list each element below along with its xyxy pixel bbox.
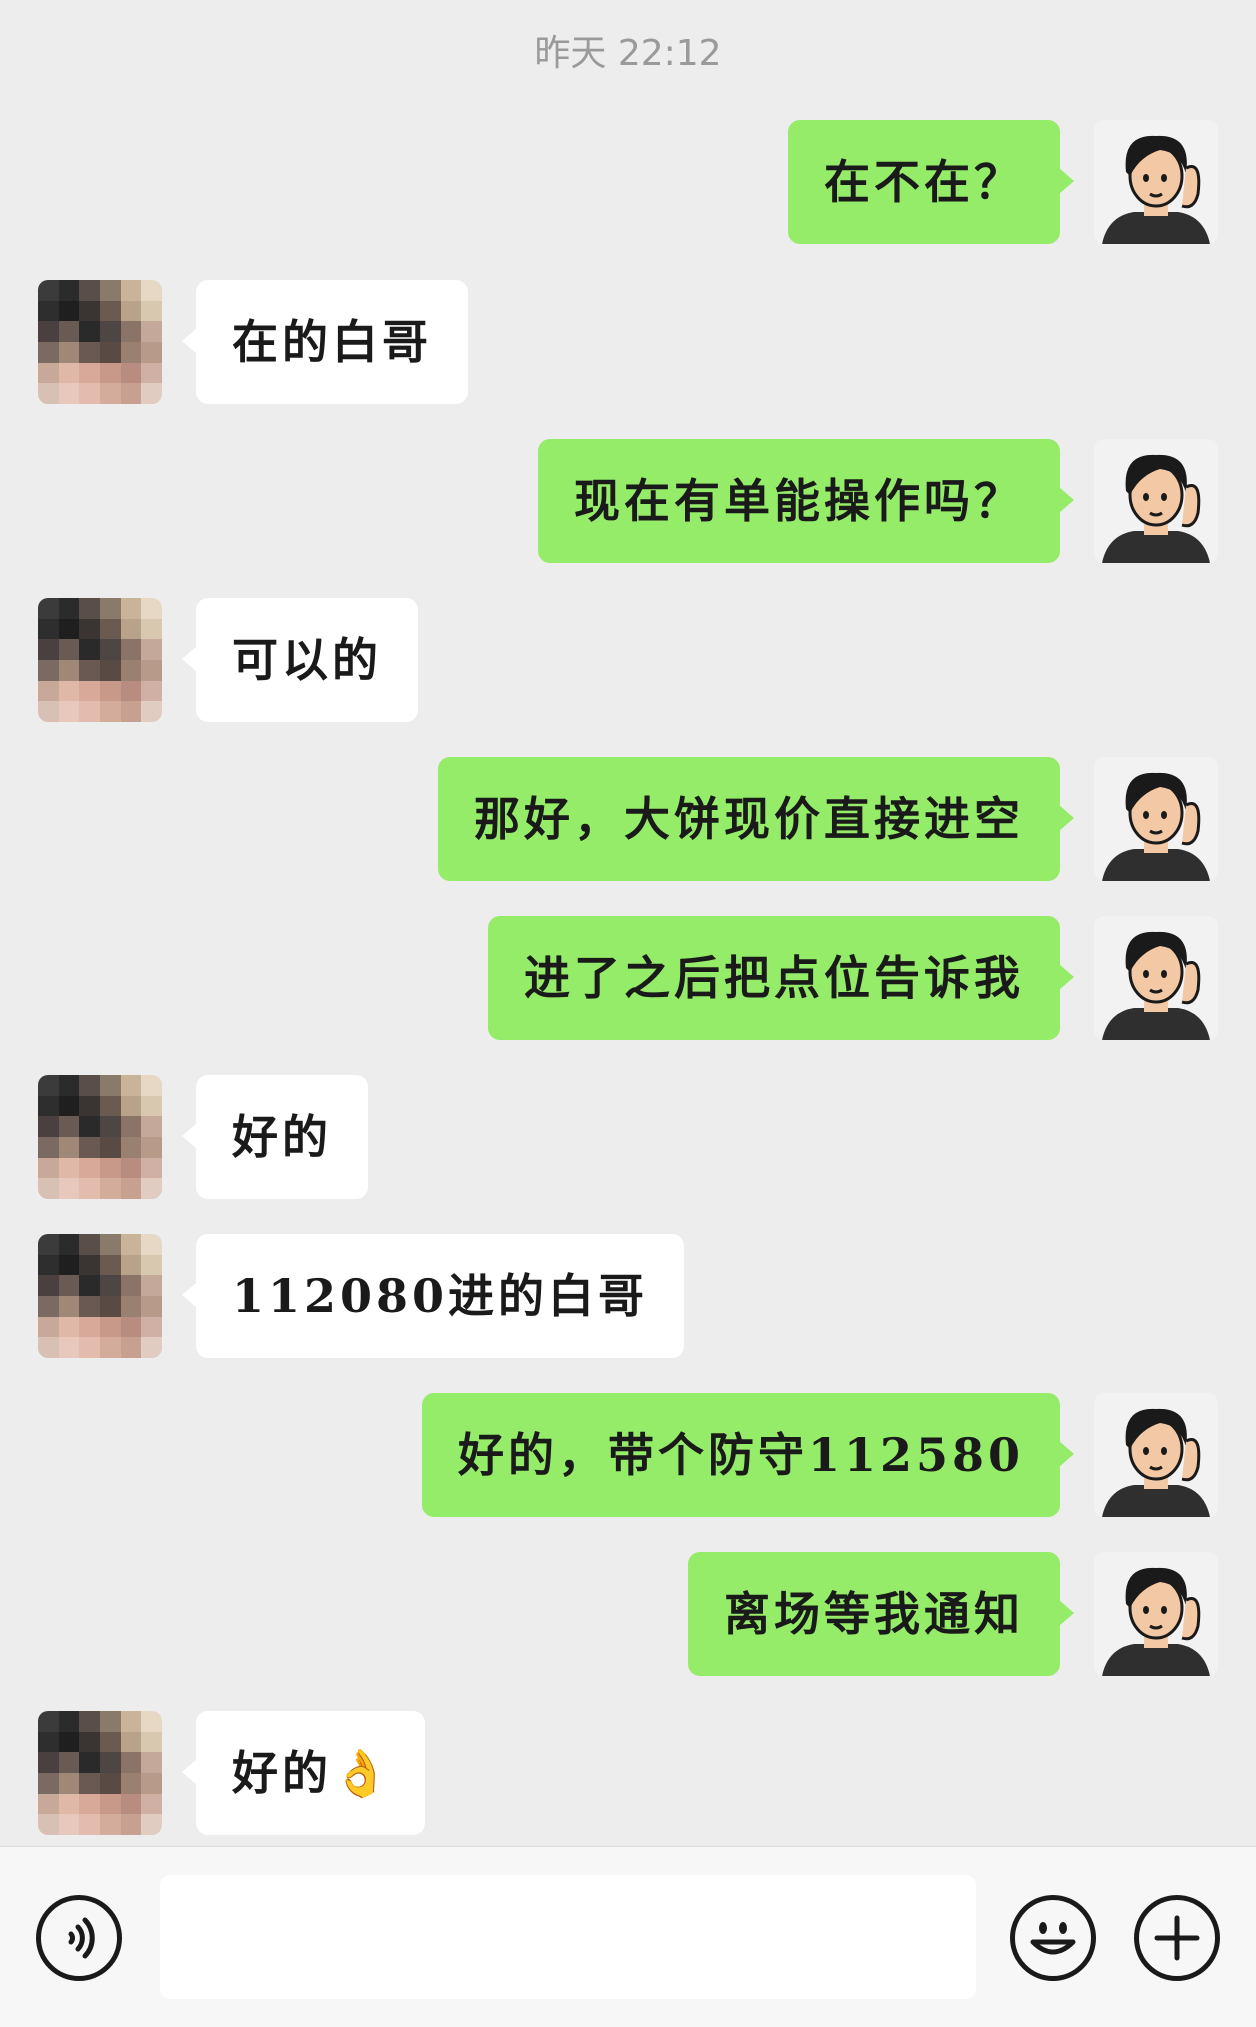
pixelated-avatar-image (38, 1075, 162, 1199)
message-bubble-incoming[interactable]: 可以的 (182, 598, 418, 722)
pixelated-avatar-image (38, 1234, 162, 1358)
message-row-outgoing: 在不在？ (0, 120, 1256, 244)
cartoon-avatar-image (1094, 1552, 1218, 1676)
contact-avatar[interactable] (38, 1234, 162, 1358)
pixelated-avatar-image (38, 280, 162, 404)
cartoon-avatar-image (1094, 439, 1218, 563)
cartoon-avatar-image (1094, 120, 1218, 244)
message-row-incoming: 112080进的白哥 (0, 1234, 1256, 1358)
message-row-outgoing: 那好，大饼现价直接进空 (0, 757, 1256, 881)
message-row-incoming: 好的👌 (0, 1711, 1256, 1835)
plus-icon (1154, 1915, 1200, 1961)
contact-avatar[interactable] (38, 598, 162, 722)
message-bubble-outgoing[interactable]: 在不在？ (788, 120, 1074, 244)
message-bubble-outgoing[interactable]: 那好，大饼现价直接进空 (438, 757, 1074, 881)
self-avatar[interactable] (1094, 916, 1218, 1040)
message-bubble-outgoing[interactable]: 现在有单能操作吗？ (538, 439, 1074, 563)
message-bubble-outgoing[interactable]: 进了之后把点位告诉我 (488, 916, 1074, 1040)
message-row-incoming: 好的 (0, 1075, 1256, 1199)
message-bubble-outgoing[interactable]: 好的，带个防守112580 (421, 1393, 1075, 1517)
self-avatar[interactable] (1094, 1552, 1218, 1676)
message-bubble-incoming[interactable]: 在的白哥 (182, 280, 468, 404)
self-avatar[interactable] (1094, 120, 1218, 244)
cartoon-avatar-image (1094, 916, 1218, 1040)
voice-icon (68, 1917, 95, 1959)
more-button[interactable] (1134, 1895, 1220, 1981)
voice-button[interactable] (36, 1895, 122, 1981)
contact-avatar[interactable] (38, 1711, 162, 1835)
self-avatar[interactable] (1094, 1393, 1218, 1517)
input-bar (0, 1846, 1256, 2027)
pixelated-avatar-image (38, 1711, 162, 1835)
contact-avatar[interactable] (38, 1075, 162, 1199)
self-avatar[interactable] (1094, 439, 1218, 563)
chat-timestamp: 昨天 22:12 (534, 33, 722, 74)
message-bubble-incoming[interactable]: 好的👌 (181, 1711, 426, 1835)
emoji-button[interactable] (1010, 1895, 1096, 1981)
message-bubble-incoming[interactable]: 好的 (182, 1075, 368, 1199)
ok-hand-emoji-icon: 👌 (332, 1746, 390, 1800)
message-bubble-outgoing[interactable]: 离场等我通知 (688, 1552, 1074, 1676)
self-avatar[interactable] (1094, 757, 1218, 881)
pixelated-avatar-image (38, 598, 162, 722)
message-input[interactable] (160, 1875, 976, 1999)
chat-area[interactable]: 昨天 22:12 在不在？ 在的白哥 现在有单能操作吗？ 可以的 那好，大饼现价… (0, 0, 1256, 1846)
message-row-incoming: 在的白哥 (0, 280, 1256, 404)
message-row-outgoing: 现在有单能操作吗？ (0, 439, 1256, 563)
message-text: 好的 (232, 1746, 332, 1800)
contact-avatar[interactable] (38, 280, 162, 404)
emoji-icon (1030, 1922, 1076, 1955)
message-row-outgoing: 好的，带个防守112580 (0, 1393, 1256, 1517)
message-row-incoming: 可以的 (0, 598, 1256, 722)
message-row-outgoing: 离场等我通知 (0, 1552, 1256, 1676)
message-bubble-incoming[interactable]: 112080进的白哥 (181, 1234, 685, 1358)
message-row-outgoing: 进了之后把点位告诉我 (0, 916, 1256, 1040)
cartoon-avatar-image (1094, 757, 1218, 881)
cartoon-avatar-image (1094, 1393, 1218, 1517)
